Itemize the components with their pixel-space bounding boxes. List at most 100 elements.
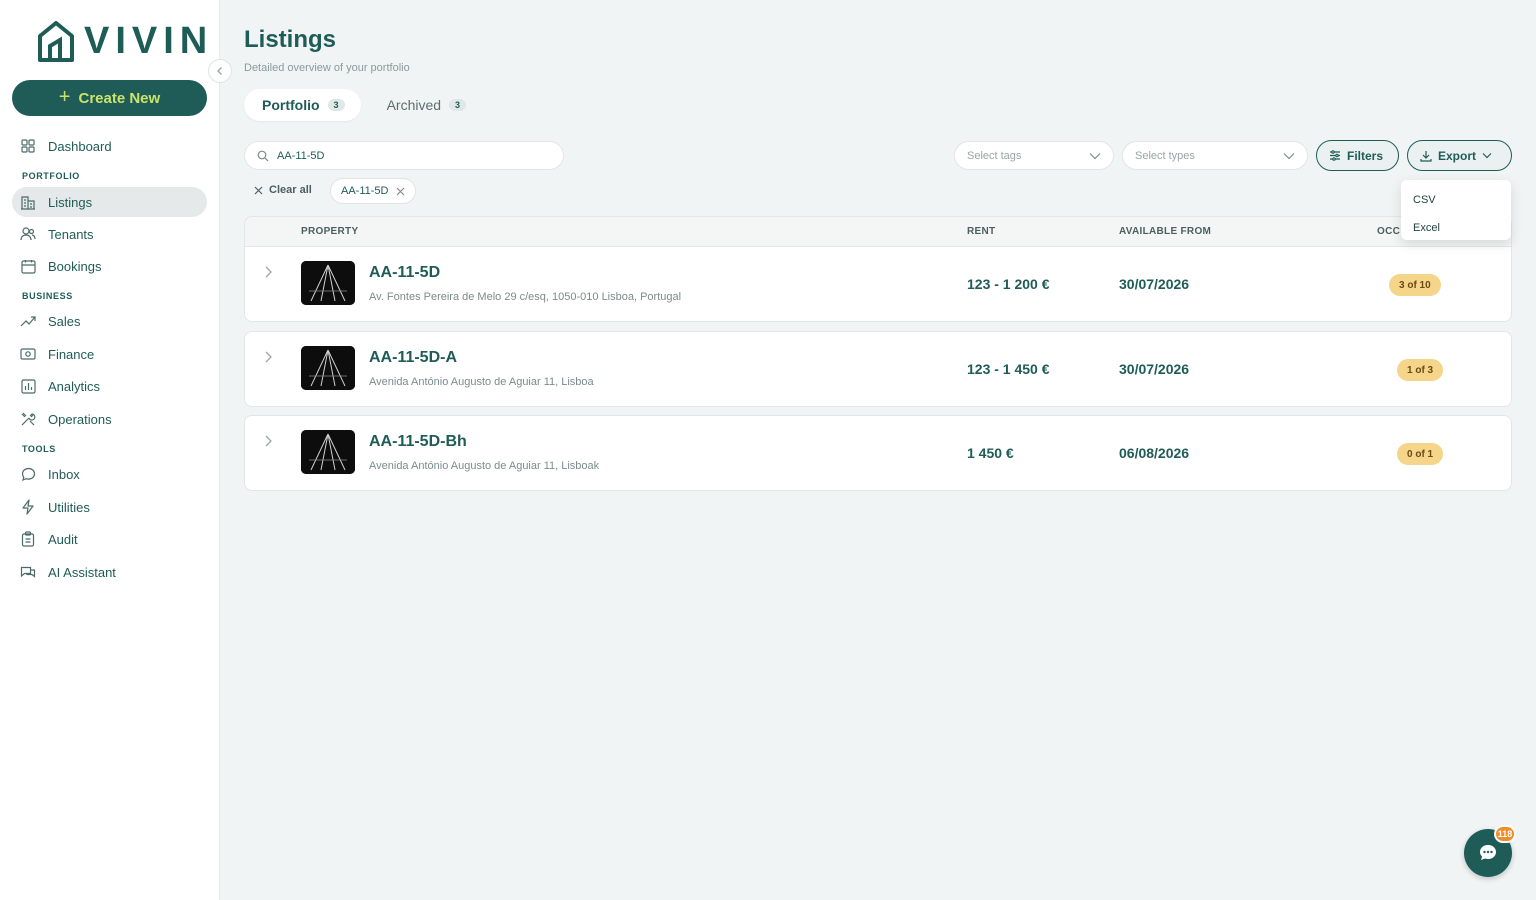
occupancy-badge: 1 of 3 — [1397, 359, 1444, 381]
sidebar-item-ai-assistant[interactable]: AI Assistant — [12, 557, 207, 587]
sidebar-item-label: Operations — [48, 411, 112, 427]
plus-icon: + — [58, 86, 71, 108]
search-icon — [257, 150, 269, 161]
rent-value: 123 - 1 450 € — [967, 361, 1050, 377]
active-filter-chip: AA-11-5D — [330, 178, 417, 204]
sidebar-item-listings[interactable]: Listings — [12, 187, 207, 217]
sidebar-item-inbox[interactable]: Inbox — [12, 459, 207, 489]
chevron-left-icon — [217, 67, 222, 75]
sidebar-item-label: Listings — [48, 194, 93, 210]
banknote-icon — [20, 346, 36, 362]
sidebar-item-sales[interactable]: Sales — [12, 306, 207, 336]
property-name[interactable]: AA-11-5D — [369, 264, 440, 282]
chevron-right-icon[interactable] — [263, 350, 273, 364]
types-select-placeholder: Select types — [1135, 149, 1195, 162]
clear-all-label: Clear all — [269, 184, 312, 196]
table-row[interactable]: AA-11-5D-A Avenida António Augusto de Ag… — [244, 331, 1512, 407]
trend-up-icon — [20, 313, 36, 329]
sidebar-item-operations[interactable]: Operations — [12, 404, 207, 434]
search-input[interactable] — [277, 149, 537, 162]
property-name[interactable]: AA-11-5D-Bh — [369, 433, 467, 451]
tab-portfolio[interactable]: Portfolio 3 — [244, 89, 361, 121]
close-icon — [254, 186, 263, 194]
sidebar-item-analytics[interactable]: Analytics — [12, 371, 207, 401]
column-header-property[interactable]: PROPERTY — [301, 226, 358, 237]
collapse-sidebar-button[interactable] — [208, 59, 232, 83]
property-thumbnail — [301, 346, 355, 390]
tags-select[interactable]: Select tags — [954, 141, 1114, 170]
download-icon — [1420, 150, 1432, 162]
building-icon — [20, 194, 36, 210]
page-subtitle: Detailed overview of your portfolio — [244, 62, 410, 74]
house-logo-icon — [38, 21, 74, 62]
tab-label: Archived — [386, 97, 442, 113]
remove-chip-icon[interactable] — [396, 187, 405, 196]
available-from: 30/07/2026 — [1119, 361, 1190, 377]
users-icon — [20, 226, 36, 242]
occupancy-badge: 3 of 10 — [1389, 274, 1441, 296]
property-address: Avenida António Augusto de Aguiar 11, Li… — [369, 376, 594, 388]
lightning-icon — [20, 499, 36, 515]
chat-icon — [1480, 845, 1496, 860]
chat-bubbles-icon — [20, 564, 36, 580]
export-button[interactable]: Export — [1407, 140, 1512, 171]
property-thumbnail — [301, 430, 355, 474]
property-thumbnail — [301, 261, 355, 305]
clear-all-button[interactable]: Clear all — [254, 184, 312, 196]
sidebar-item-label: Inbox — [48, 466, 80, 482]
rent-value: 123 - 1 200 € — [967, 276, 1050, 292]
chip-label: AA-11-5D — [341, 185, 389, 197]
bar-chart-icon — [20, 378, 36, 394]
sliders-icon — [1330, 150, 1340, 161]
section-portfolio: PORTFOLIO — [22, 171, 80, 181]
table-row[interactable]: AA-11-5D-Bh Avenida António Augusto de A… — [244, 415, 1512, 491]
sidebar-item-label: Audit — [48, 531, 78, 547]
notification-badge: 118 — [1494, 825, 1516, 843]
chevron-down-icon — [1283, 152, 1295, 159]
property-address: Avenida António Augusto de Aguiar 11, Li… — [369, 460, 600, 472]
sidebar-item-label: Dashboard — [48, 138, 112, 154]
occupancy-badge: 0 of 1 — [1397, 443, 1444, 465]
tools-icon — [20, 411, 36, 427]
export-option-excel[interactable]: Excel — [1401, 214, 1511, 242]
section-tools: TOOLS — [22, 444, 56, 454]
sidebar-item-label: AI Assistant — [48, 564, 116, 580]
tags-select-placeholder: Select tags — [967, 149, 1022, 162]
create-new-label: Create New — [78, 89, 161, 107]
sidebar-item-audit[interactable]: Audit — [12, 524, 207, 554]
chevron-right-icon[interactable] — [263, 265, 273, 279]
types-select[interactable]: Select types — [1122, 141, 1308, 170]
column-header-occupancy[interactable]: OCC — [1377, 226, 1400, 237]
section-business: BUSINESS — [22, 291, 73, 301]
export-dropdown-menu: CSV Excel — [1401, 180, 1511, 240]
property-name[interactable]: AA-11-5D-A — [369, 349, 457, 367]
filters-button[interactable]: Filters — [1316, 140, 1399, 171]
column-header-rent[interactable]: RENT — [967, 226, 995, 237]
create-new-button[interactable]: + Create New — [12, 80, 207, 116]
table-header: PROPERTY RENT AVAILABLE FROM OCC — [244, 216, 1512, 247]
available-from: 06/08/2026 — [1119, 445, 1190, 461]
vivin-logo[interactable]: VIVIN — [36, 20, 213, 62]
chevron-down-icon — [1482, 153, 1492, 159]
export-option-csv[interactable]: CSV — [1401, 186, 1511, 214]
rent-value: 1 450 € — [967, 445, 1014, 461]
tab-label: Portfolio — [262, 97, 320, 113]
tab-count-badge: 3 — [449, 99, 467, 111]
tab-archived[interactable]: Archived 3 — [369, 89, 482, 121]
sidebar-item-dashboard[interactable]: Dashboard — [12, 131, 207, 161]
brand-name: VIVIN — [84, 20, 214, 62]
grid-icon — [20, 138, 36, 154]
search-field[interactable] — [244, 141, 564, 170]
chevron-right-icon[interactable] — [263, 434, 273, 448]
message-icon — [20, 466, 36, 482]
sidebar-item-tenants[interactable]: Tenants — [12, 219, 207, 249]
tab-bar: Portfolio 3 Archived 3 — [244, 89, 482, 121]
column-header-available[interactable]: AVAILABLE FROM — [1119, 226, 1211, 237]
available-from: 30/07/2026 — [1119, 276, 1190, 292]
sidebar-item-label: Analytics — [48, 378, 101, 394]
sidebar-item-label: Tenants — [48, 226, 94, 242]
sidebar-item-finance[interactable]: Finance — [12, 339, 207, 369]
table-row[interactable]: AA-11-5D Av. Fontes Pereira de Melo 29 c… — [244, 246, 1512, 322]
sidebar-item-bookings[interactable]: Bookings — [12, 251, 207, 281]
sidebar-item-utilities[interactable]: Utilities — [12, 492, 207, 522]
